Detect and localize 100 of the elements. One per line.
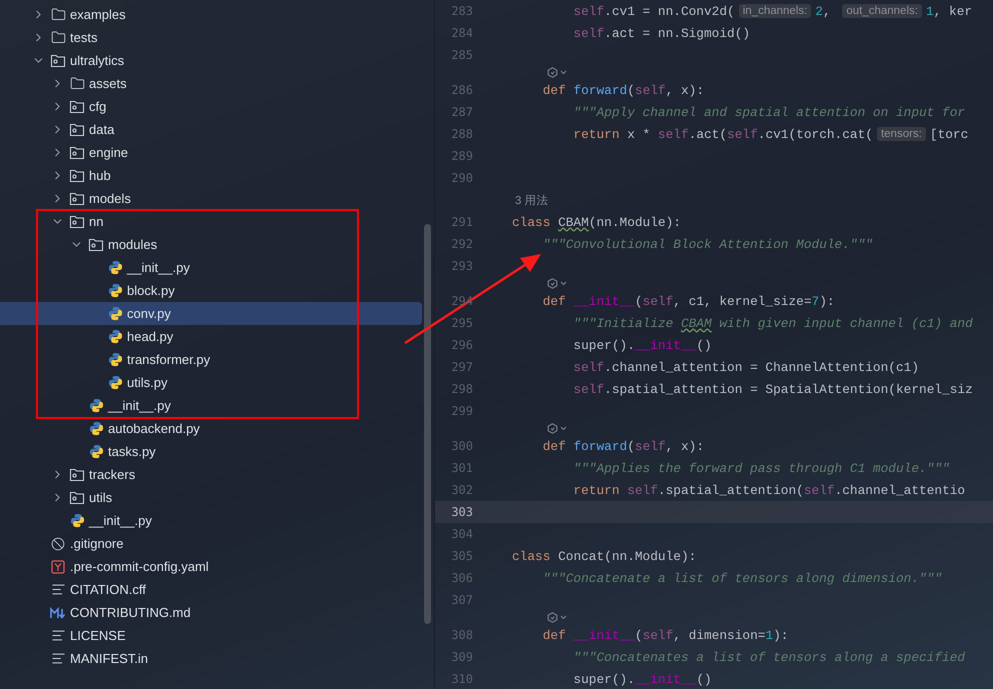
line-number: 302 — [450, 483, 473, 497]
line-number: 304 — [450, 527, 473, 541]
code-text: """Applies the forward pass through C1 module.""" — [572, 460, 950, 476]
tree-item[interactable]: tasks.py — [0, 440, 422, 463]
code-text: """Concatenates a list of tensors along a specified — [572, 650, 966, 664]
code-text: def __init__(self, dimension=1): — [542, 628, 788, 642]
line-number: 288 — [450, 127, 473, 141]
line-number: 308 — [450, 628, 473, 642]
parameter-hint: out_channels: — [842, 4, 922, 18]
python-file-icon — [108, 306, 122, 321]
hexagon-chevron-icon[interactable] — [547, 423, 569, 434]
tree-item[interactable]: transformer.py — [0, 348, 422, 371]
line-number: 290 — [450, 171, 473, 185]
text-file-icon — [50, 582, 66, 597]
tree-item[interactable]: head.py — [0, 325, 422, 348]
code-text: 1, ker — [926, 4, 972, 18]
line-number: 283 — [450, 4, 473, 18]
tree-item[interactable]: modules — [0, 233, 422, 256]
code-text: super().__init__() — [572, 338, 712, 352]
tree-item[interactable]: utils.py — [0, 371, 422, 394]
line-number: 301 — [450, 461, 473, 475]
tree-item[interactable]: trackers — [0, 463, 422, 486]
tree-item[interactable]: __init__.py — [0, 394, 422, 417]
line-number: 297 — [450, 360, 473, 374]
tree-item[interactable]: .gitignore — [0, 532, 422, 555]
hexagon-chevron-icon[interactable] — [547, 278, 569, 289]
usages-link[interactable]: 3 用法 — [515, 192, 549, 208]
line-number: 296 — [450, 338, 473, 352]
tree-item[interactable]: data — [0, 118, 422, 141]
line-number: 300 — [450, 439, 473, 453]
line-number: 285 — [450, 48, 473, 62]
line-number: 291 — [450, 215, 473, 229]
python-file-icon — [88, 398, 104, 413]
tree-item[interactable]: tests — [0, 26, 422, 49]
python-file-icon — [108, 329, 122, 344]
folder-icon — [50, 54, 66, 68]
code-text: self.act = nn.Sigmoid() — [572, 26, 750, 40]
parameter-hint: tensors: — [876, 127, 926, 141]
line-number: 292 — [450, 237, 473, 251]
folder-icon — [50, 7, 66, 22]
code-text: self.spatial_attention = SpatialAttention(kernel_siz — [572, 382, 973, 396]
line-number: 284 — [450, 26, 473, 40]
code-text: super().__init__() — [572, 672, 712, 686]
python-file-icon — [88, 421, 104, 436]
line-number: 293 — [450, 259, 473, 273]
tree-item[interactable]: conv.py — [0, 302, 422, 325]
circle-slash-icon — [51, 536, 65, 550]
folder-icon — [69, 214, 85, 228]
line-number: 287 — [450, 105, 473, 119]
python-file-icon — [108, 352, 122, 367]
tree-item[interactable]: LICENSE — [0, 624, 422, 647]
code-text: return x * self.act(self.cv1(torch.cat( — [572, 126, 873, 142]
line-number: 310 — [450, 672, 473, 686]
line-number: 298 — [450, 382, 473, 396]
line-number: 289 — [450, 149, 473, 163]
line-number: 286 — [450, 83, 473, 97]
line-number: 299 — [450, 404, 473, 418]
tree-item[interactable]: ultralytics — [0, 49, 422, 72]
tree-item[interactable]: CITATION.cff — [0, 578, 422, 601]
python-file-icon — [108, 375, 122, 390]
code-text: [torc — [930, 126, 968, 142]
tree-item[interactable]: utils — [0, 486, 422, 509]
folder-icon — [50, 30, 66, 45]
tree-item[interactable]: autobackend.py — [0, 417, 422, 440]
tree-item[interactable]: __init__.py — [0, 509, 422, 532]
line-number: 307 — [450, 593, 473, 607]
text-file-icon — [50, 628, 66, 643]
tree-item[interactable]: examples — [0, 3, 422, 26]
tree-item[interactable]: engine — [0, 141, 422, 164]
hexagon-chevron-icon[interactable] — [547, 67, 569, 78]
tree-item[interactable]: __init__.py — [0, 256, 422, 279]
code-text: class CBAM(nn.Module): — [512, 214, 681, 230]
markdown-file-icon — [50, 606, 66, 618]
line-number: 306 — [450, 571, 473, 585]
tree-item[interactable]: MANIFEST.in — [0, 647, 422, 670]
python-file-icon — [70, 513, 84, 528]
folder-icon — [69, 468, 85, 482]
code-text: 2, — [815, 4, 832, 18]
hexagon-chevron-icon[interactable] — [547, 612, 569, 623]
text-file-icon — [50, 651, 66, 666]
code-text: """Apply channel and spatial attention on input for — [572, 104, 966, 120]
line-number: 303 — [450, 505, 473, 519]
code-text: self.cv1 = nn.Conv2d( — [572, 4, 735, 18]
tree-item[interactable]: assets — [0, 72, 422, 95]
folder-icon — [69, 490, 85, 504]
tree-item[interactable]: block.py — [0, 279, 422, 302]
line-number: 305 — [450, 549, 473, 563]
tree-item[interactable]: cfg — [0, 95, 422, 118]
code-text: """Initialize CBAM with given input channel (c1) and — [572, 316, 973, 330]
scrollbar-thumb[interactable] — [424, 224, 431, 624]
tree-item[interactable]: models — [0, 187, 422, 210]
code-text: def forward(self, x): — [542, 82, 704, 98]
code-text: """Convolutional Block Attention Module.""" — [542, 236, 873, 252]
tree-item[interactable]: CONTRIBUTING.md — [0, 601, 422, 624]
tree-item[interactable]: nn — [0, 210, 422, 233]
tree-item[interactable]: .pre-commit-config.yaml — [0, 555, 422, 578]
code-text: """Concatenate a list of tensors along dimension.""" — [542, 570, 942, 586]
tree-item[interactable]: hub — [0, 164, 422, 187]
code-text: def __init__(self, c1, kernel_size=7): — [542, 294, 835, 308]
line-number: 295 — [450, 316, 473, 330]
